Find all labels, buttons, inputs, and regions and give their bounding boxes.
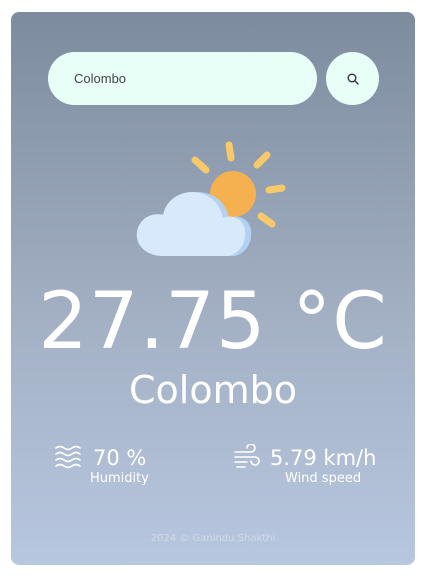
humidity-icon [55, 445, 81, 469]
weather-card: 27.75 °C Colombo 70 % Humidity 5.79 km/h… [11, 12, 415, 565]
humidity-detail: 70 % Humidity [54, 442, 164, 492]
search-button[interactable] [326, 52, 379, 105]
humidity-value: 70 % [93, 446, 147, 470]
partly-cloudy-icon [136, 141, 286, 256]
search-icon [347, 73, 359, 85]
wind-detail: 5.79 km/h Wind speed [233, 442, 383, 492]
humidity-label: Humidity [90, 471, 149, 486]
temperature-value: 27.75 °C [38, 277, 388, 367]
wind-speed-label: Wind speed [285, 471, 362, 486]
wind-speed-value: 5.79 km/h [270, 446, 377, 470]
city-name: Colombo [129, 368, 297, 412]
footer-credit: 2024 © Ganindu Shakthi [150, 533, 276, 544]
wind-icon [234, 444, 260, 468]
search-input[interactable] [48, 52, 317, 105]
search-bar [48, 52, 379, 105]
